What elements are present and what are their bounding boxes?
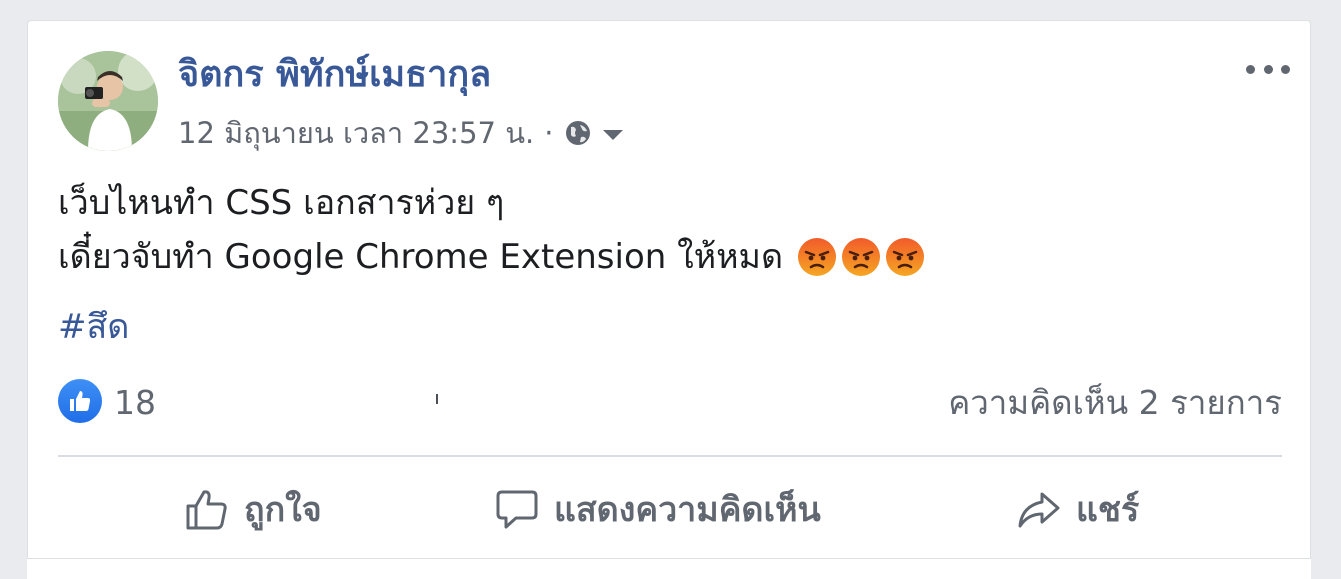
emoji-group xyxy=(797,237,925,277)
action-bar: ถูกใจ แสดงความคิดเห็น แชร์ xyxy=(58,479,1282,539)
post-line-text: เว็บไหนทำ CSS เอกสารห่วย ๆ xyxy=(58,183,505,223)
cursor-mark xyxy=(436,394,438,404)
author-name[interactable]: จิตกร พิทักษ์เมธากุล xyxy=(178,51,491,99)
post-line: เว็บไหนทำ CSS เอกสารห่วย ๆ xyxy=(58,176,1258,230)
share-button-label: แชร์ xyxy=(1076,490,1140,530)
share-icon xyxy=(1018,492,1060,528)
hashtag-link[interactable]: #สึด xyxy=(58,303,129,351)
privacy-dropdown-icon[interactable] xyxy=(603,130,624,140)
comment-button[interactable]: แสดงความคิดเห็น xyxy=(494,479,821,539)
post-meta: 12 มิถุนายน เวลา 23:57 น. · xyxy=(178,110,624,156)
post-line: เดี๋ยวจับทำ Google Chrome Extension ให้ห… xyxy=(58,230,1258,284)
comment-button-label: แสดงความคิดเห็น xyxy=(554,490,821,530)
next-card-edge xyxy=(27,558,1311,579)
angry-face-icon xyxy=(886,238,925,276)
angry-face-icon xyxy=(798,238,837,276)
like-count[interactable]: 18 xyxy=(114,381,156,425)
post-card: จิตกร พิทักษ์เมธากุล 12 มิถุนายน เวลา 23… xyxy=(27,20,1311,565)
share-button[interactable]: แชร์ xyxy=(1016,479,1139,539)
thumbs-up-icon xyxy=(186,490,227,530)
post-timestamp[interactable]: 12 มิถุนายน เวลา 23:57 น. xyxy=(178,110,534,156)
comments-count-link[interactable]: ความคิดเห็น 2 รายการ xyxy=(948,381,1282,425)
meta-separator: · xyxy=(544,116,554,150)
more-options-icon[interactable] xyxy=(1246,59,1290,79)
divider xyxy=(58,455,1282,457)
globe-icon[interactable] xyxy=(563,118,593,148)
like-button-label: ถูกใจ xyxy=(244,490,322,530)
post-body: เว็บไหนทำ CSS เอกสารห่วย ๆ เดี๋ยวจับทำ G… xyxy=(58,176,1258,284)
comment-icon xyxy=(496,490,538,529)
like-button[interactable]: ถูกใจ xyxy=(184,479,322,539)
avatar[interactable] xyxy=(58,51,158,151)
avatar-photo xyxy=(58,51,158,151)
reaction-stats: 18 ความคิดเห็น 2 รายการ xyxy=(58,379,1282,427)
post-line-text: เดี๋ยวจับทำ Google Chrome Extension ให้ห… xyxy=(58,237,784,277)
angry-face-icon xyxy=(842,238,881,276)
like-reaction-icon[interactable] xyxy=(58,379,102,423)
